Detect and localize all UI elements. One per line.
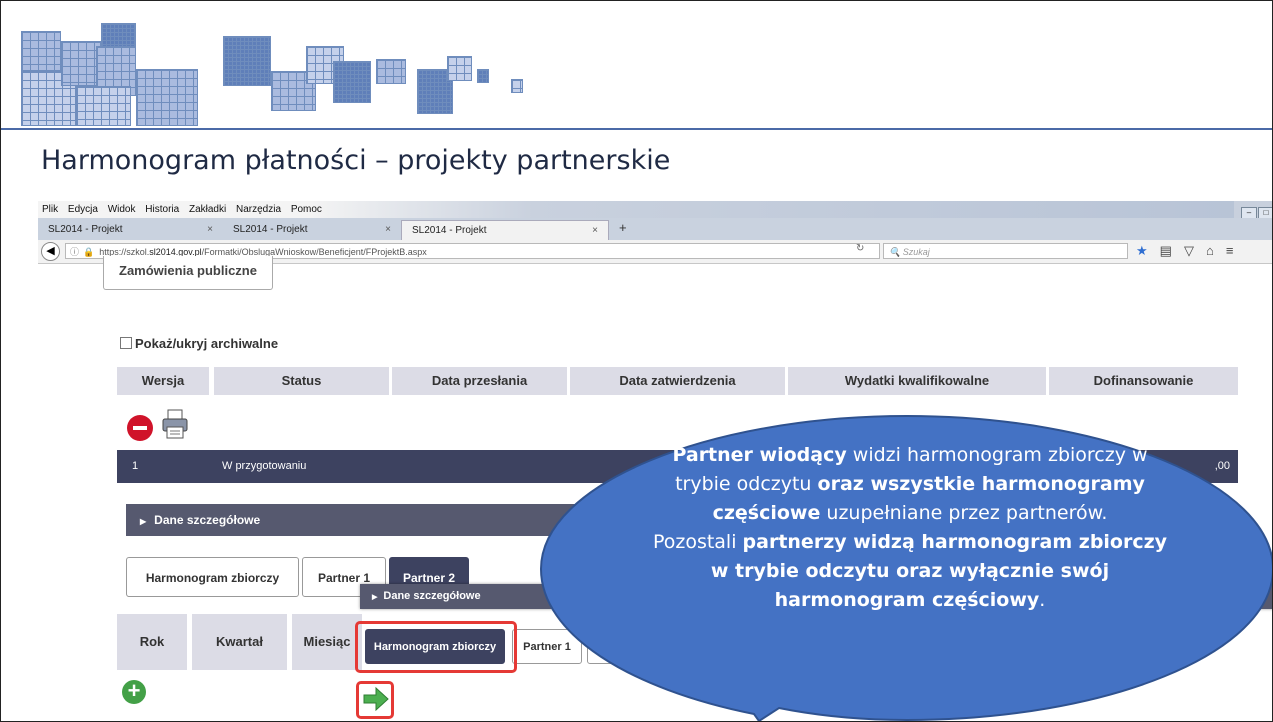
close-icon[interactable]: × bbox=[207, 220, 213, 240]
header-divider bbox=[1, 128, 1272, 130]
nav-icons: ★ ▤ ▽ ⌂ ≡ bbox=[1136, 243, 1245, 259]
add-icon[interactable]: + bbox=[122, 680, 146, 704]
mosaic-tile bbox=[136, 69, 198, 126]
expand-triangle-icon: ▶ bbox=[372, 594, 378, 601]
mosaic-tile bbox=[61, 41, 101, 86]
search-field[interactable]: 🔍 Szukaj bbox=[883, 243, 1128, 259]
highlight-box bbox=[355, 621, 517, 673]
search-icon: 🔍 bbox=[889, 247, 901, 257]
column-header: Rok bbox=[117, 614, 187, 670]
menu-hamburger-icon[interactable]: ≡ bbox=[1226, 243, 1234, 258]
browser-tab-active[interactable]: SL2014 - Projekt × bbox=[401, 220, 609, 240]
browser-tab[interactable]: SL2014 - Projekt × bbox=[223, 220, 401, 240]
lock-icon: 🔒 bbox=[83, 247, 95, 257]
tab-harmonogram-zbiorczy[interactable]: Harmonogram zbiorczy bbox=[126, 557, 299, 597]
home-icon[interactable]: ⌂ bbox=[1206, 243, 1214, 258]
close-icon[interactable]: × bbox=[592, 221, 598, 241]
dane-szczegolowe-label: Dane szczegółowe bbox=[154, 513, 261, 527]
slide: Harmonogram płatności – projekty partner… bbox=[0, 0, 1273, 722]
reading-list-icon[interactable]: ▤ bbox=[1160, 243, 1172, 258]
menu-item-pomoc[interactable]: Pomoc bbox=[291, 204, 322, 215]
highlight-box bbox=[356, 681, 394, 719]
column-header: Wersja bbox=[117, 367, 209, 395]
menu-item-historia[interactable]: Historia bbox=[145, 204, 179, 215]
mosaic-tile bbox=[376, 59, 406, 84]
column-header: Data przesłania bbox=[392, 367, 567, 395]
slide-title: Harmonogram płatności – projekty partner… bbox=[41, 145, 671, 176]
mosaic-tile bbox=[511, 79, 523, 93]
mosaic-tile bbox=[333, 61, 371, 103]
column-header: Data zatwierdzenia bbox=[570, 367, 785, 395]
column-header: Wydatki kwalifikowalne bbox=[788, 367, 1046, 395]
callout-text-part: uzupełniane przez partnerów. bbox=[820, 502, 1108, 524]
callout-text-part: . bbox=[1039, 589, 1046, 611]
mosaic-tile bbox=[223, 36, 271, 86]
menu-item-widok[interactable]: Widok bbox=[108, 204, 136, 215]
print-icon[interactable] bbox=[161, 409, 189, 439]
mosaic-tile bbox=[21, 31, 61, 71]
dane-szczegolowe-label: Dane szczegółowe bbox=[383, 590, 481, 602]
archive-checkbox[interactable] bbox=[120, 337, 132, 349]
callout-text: Partner wiodący widzi harmonogram zbiorc… bbox=[649, 441, 1171, 615]
tab-label: SL2014 - Projekt bbox=[233, 224, 308, 235]
delete-icon[interactable] bbox=[127, 415, 153, 441]
menu-item-plik[interactable]: Plik bbox=[42, 204, 58, 215]
archive-toggle[interactable]: Pokaż/ukryj archiwalne bbox=[120, 336, 278, 351]
close-icon[interactable]: × bbox=[385, 220, 391, 240]
column-header: Miesiąc bbox=[292, 614, 362, 670]
search-placeholder: Szukaj bbox=[902, 247, 930, 257]
callout-bold: partnerzy widzą harmonogram zbiorczy w t… bbox=[710, 531, 1168, 611]
tab-bar: SL2014 - Projekt × SL2014 - Projekt × SL… bbox=[38, 218, 1272, 240]
zamowienia-button[interactable]: Zamówienia publiczne bbox=[103, 256, 273, 290]
column-header: Kwartał bbox=[192, 614, 287, 670]
callout-bold: Partner wiodący bbox=[672, 444, 847, 466]
menu-item-zakladki[interactable]: Zakładki bbox=[189, 204, 226, 215]
reload-icon[interactable]: ↻ bbox=[856, 243, 864, 254]
expand-triangle-icon: ▶ bbox=[140, 517, 147, 526]
callout-text-part: Pozostali bbox=[652, 531, 743, 553]
pocket-icon[interactable]: ▽ bbox=[1184, 243, 1194, 258]
tab-label: SL2014 - Projekt bbox=[412, 225, 487, 236]
column-header: Status bbox=[214, 367, 389, 395]
mosaic-tile bbox=[447, 56, 472, 81]
cell-wersja: 1 bbox=[132, 460, 139, 472]
archive-label: Pokaż/ukryj archiwalne bbox=[135, 336, 279, 351]
mosaic-tile bbox=[477, 69, 489, 83]
bookmark-star-icon[interactable]: ★ bbox=[1136, 243, 1148, 258]
back-arrow-icon[interactable]: ◀ bbox=[41, 242, 60, 261]
menu-item-narzedzia[interactable]: Narzędzia bbox=[236, 204, 281, 215]
browser-tab[interactable]: SL2014 - Projekt × bbox=[38, 220, 223, 240]
info-icon[interactable]: ⓘ bbox=[70, 247, 79, 257]
window-controls: – □ bbox=[1234, 201, 1272, 220]
new-tab-icon[interactable]: + bbox=[619, 220, 627, 235]
column-header: Dofinansowanie bbox=[1049, 367, 1238, 395]
menu-item-edycja[interactable]: Edycja bbox=[68, 204, 98, 215]
mosaic-tile bbox=[76, 86, 131, 126]
menu-bar: Plik Edycja Widok Historia Zakładki Narz… bbox=[38, 201, 1272, 220]
cell-status: W przygotowaniu bbox=[222, 460, 307, 472]
tab-label: SL2014 - Projekt bbox=[48, 224, 123, 235]
